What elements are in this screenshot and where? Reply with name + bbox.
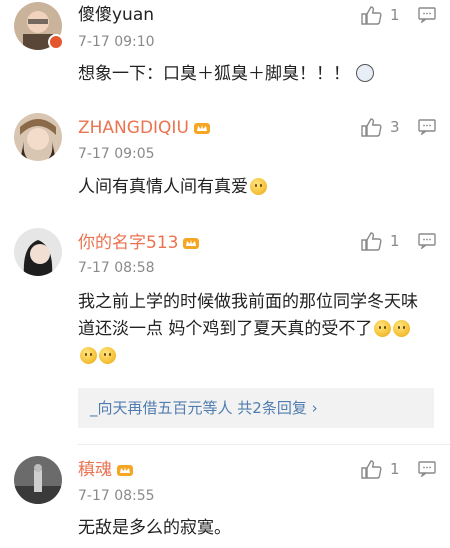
comment-reply-icon[interactable] bbox=[418, 119, 436, 136]
username[interactable]: 稹魂 bbox=[78, 460, 134, 480]
divider bbox=[78, 444, 450, 445]
comment-text: 无敌是多么的寂寞。 bbox=[78, 518, 231, 538]
like-count: 1 bbox=[390, 232, 400, 250]
comment-reply-icon[interactable] bbox=[418, 233, 436, 250]
avatar[interactable] bbox=[14, 228, 62, 276]
emoji-smile-icon bbox=[99, 347, 116, 364]
like-count: 1 bbox=[390, 460, 400, 478]
emoji-smile-icon bbox=[393, 320, 411, 337]
emoji-dog-icon bbox=[356, 64, 374, 82]
emoji-smile-icon bbox=[250, 178, 267, 195]
avatar[interactable] bbox=[14, 456, 62, 504]
emoji-smile-icon bbox=[374, 320, 392, 337]
timestamp: 7-17 08:55 bbox=[78, 488, 155, 504]
level-crown-icon bbox=[183, 238, 200, 249]
thumbs-up-icon[interactable] bbox=[360, 117, 382, 137]
comment-text: 我之前上学的时候做我前面的那位同学冬天味道还淡一点 妈个鸡到了夏天真的受不了 bbox=[78, 289, 423, 370]
timestamp: 7-17 09:05 bbox=[78, 146, 155, 162]
username[interactable]: 你的名字513 bbox=[78, 233, 200, 253]
emoji-smile-icon bbox=[80, 347, 97, 364]
level-crown-icon bbox=[193, 123, 210, 134]
comment-text: 想象一下：口臭＋狐臭＋脚臭！！！ bbox=[78, 61, 438, 88]
view-replies-button[interactable]: _向天再借五百元等人 共2条回复 › bbox=[78, 388, 434, 428]
verified-badge bbox=[48, 34, 64, 50]
thumbs-up-icon[interactable] bbox=[360, 5, 382, 25]
thumbs-up-icon[interactable] bbox=[360, 231, 382, 251]
timestamp: 7-17 09:10 bbox=[78, 34, 155, 50]
like-count: 1 bbox=[390, 6, 400, 24]
comment-reply-icon[interactable] bbox=[418, 461, 436, 478]
username[interactable]: 傻傻yuan bbox=[78, 5, 154, 25]
like-count: 3 bbox=[390, 118, 400, 136]
comment-text: 人间有真情人间有真爱 bbox=[78, 174, 438, 201]
comment-reply-icon[interactable] bbox=[418, 7, 436, 24]
thumbs-up-icon[interactable] bbox=[360, 459, 382, 479]
username[interactable]: ZHANGDIQIU bbox=[78, 118, 211, 138]
timestamp: 7-17 08:58 bbox=[78, 260, 155, 276]
level-crown-icon bbox=[117, 465, 133, 476]
avatar[interactable] bbox=[14, 113, 62, 161]
